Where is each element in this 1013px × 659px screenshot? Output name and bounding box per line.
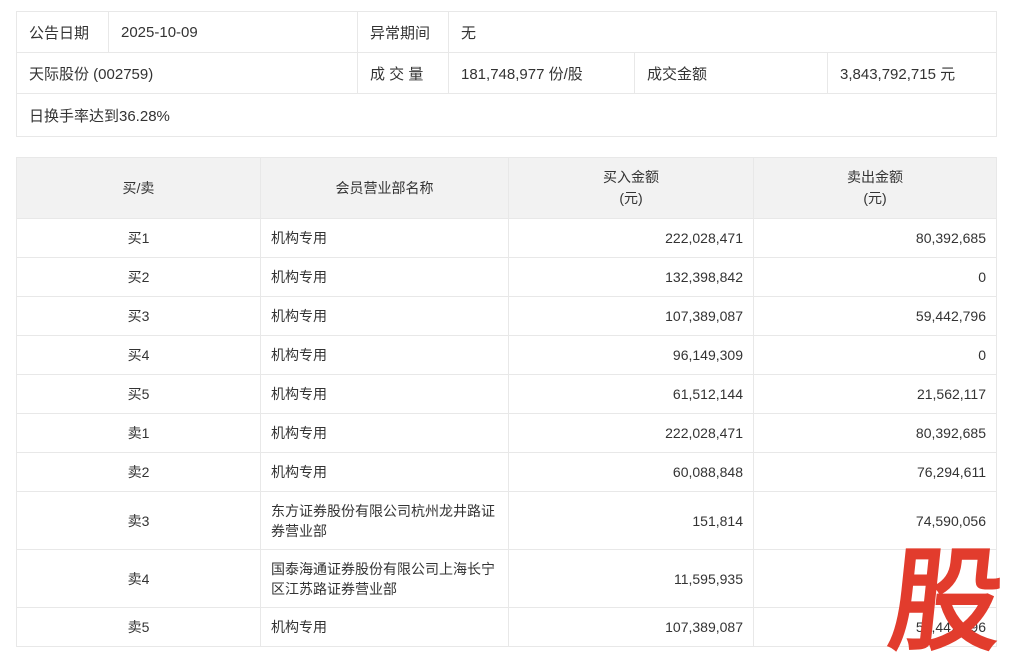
broker-trade-table: 买/卖 会员营业部名称 买入金额 (元) 卖出金额 (元) 买1 机构专用 22… <box>16 157 997 647</box>
abnormal-period-value: 无 <box>449 12 997 53</box>
sell-amount-cell: 74,590,056 <box>754 492 997 550</box>
table-row: 卖1 机构专用 222,028,471 80,392,685 <box>17 414 997 453</box>
table-row: 卖3 东方证券股份有限公司杭州龙井路证券营业部 151,814 74,590,0… <box>17 492 997 550</box>
sell-amount-cell: 0 <box>754 258 997 297</box>
buy-amount-cell: 60,088,848 <box>509 453 754 492</box>
abnormal-period-label: 异常期间 <box>358 12 449 53</box>
branch-cell: 国泰海通证券股份有限公司上海长宁区江苏路证券营业部 <box>261 550 509 608</box>
sell-amount-cell: 80,392,685 <box>754 219 997 258</box>
side-cell: 卖1 <box>17 414 261 453</box>
branch-cell: 机构专用 <box>261 414 509 453</box>
branch-cell: 机构专用 <box>261 297 509 336</box>
header-buy-line1: 买入金额 <box>517 167 745 188</box>
table-row: 卖4 国泰海通证券股份有限公司上海长宁区江苏路证券营业部 11,595,935 <box>17 550 997 608</box>
side-cell: 买4 <box>17 336 261 375</box>
turnover-rate-note: 日换手率达到36.28% <box>17 94 997 137</box>
branch-cell: 机构专用 <box>261 608 509 647</box>
announce-date-label: 公告日期 <box>17 12 109 53</box>
header-branch: 会员营业部名称 <box>261 158 509 219</box>
side-cell: 买2 <box>17 258 261 297</box>
sell-amount-cell: 59,442,796 <box>754 608 997 647</box>
buy-amount-cell: 107,389,087 <box>509 608 754 647</box>
sell-amount-cell: 59,442,796 <box>754 297 997 336</box>
buy-amount-cell: 132,398,842 <box>509 258 754 297</box>
announce-date-value: 2025-10-09 <box>109 12 358 53</box>
volume-value: 181,748,977 份/股 <box>449 53 635 94</box>
table-row: 买1 机构专用 222,028,471 80,392,685 <box>17 219 997 258</box>
table-row: 买4 机构专用 96,149,309 0 <box>17 336 997 375</box>
sell-amount-cell <box>754 550 997 608</box>
table-header-row: 买/卖 会员营业部名称 买入金额 (元) 卖出金额 (元) <box>17 158 997 219</box>
stock-name: 天际股份 (002759) <box>17 53 358 94</box>
buy-amount-cell: 151,814 <box>509 492 754 550</box>
buy-amount-cell: 107,389,087 <box>509 297 754 336</box>
header-sell-amount: 卖出金额 (元) <box>754 158 997 219</box>
side-cell: 卖5 <box>17 608 261 647</box>
branch-cell: 机构专用 <box>261 219 509 258</box>
header-sell-line1: 卖出金额 <box>762 167 988 188</box>
branch-cell: 东方证券股份有限公司杭州龙井路证券营业部 <box>261 492 509 550</box>
side-cell: 卖3 <box>17 492 261 550</box>
side-cell: 买5 <box>17 375 261 414</box>
buy-amount-cell: 61,512,144 <box>509 375 754 414</box>
sell-amount-cell: 21,562,117 <box>754 375 997 414</box>
side-cell: 买1 <box>17 219 261 258</box>
header-side: 买/卖 <box>17 158 261 219</box>
sell-amount-cell: 0 <box>754 336 997 375</box>
stock-disclosure-page: 公告日期 2025-10-09 异常期间 无 天际股份 (002759) 成 交… <box>0 0 1013 659</box>
buy-amount-cell: 96,149,309 <box>509 336 754 375</box>
info-row-note: 日换手率达到36.28% <box>17 94 997 137</box>
buy-amount-cell: 11,595,935 <box>509 550 754 608</box>
table-row: 买2 机构专用 132,398,842 0 <box>17 258 997 297</box>
branch-cell: 机构专用 <box>261 258 509 297</box>
header-buy-amount: 买入金额 (元) <box>509 158 754 219</box>
header-sell-unit: (元) <box>762 188 988 209</box>
table-row: 买3 机构专用 107,389,087 59,442,796 <box>17 297 997 336</box>
side-cell: 买3 <box>17 297 261 336</box>
info-row-stock: 天际股份 (002759) 成 交 量 181,748,977 份/股 成交金额… <box>17 53 997 94</box>
turnover-label: 成交金额 <box>635 53 828 94</box>
side-cell: 卖2 <box>17 453 261 492</box>
buy-amount-cell: 222,028,471 <box>509 219 754 258</box>
table-row: 卖2 机构专用 60,088,848 76,294,611 <box>17 453 997 492</box>
sell-amount-cell: 76,294,611 <box>754 453 997 492</box>
branch-cell: 机构专用 <box>261 453 509 492</box>
info-row-date: 公告日期 2025-10-09 异常期间 无 <box>17 12 997 53</box>
branch-cell: 机构专用 <box>261 336 509 375</box>
side-cell: 卖4 <box>17 550 261 608</box>
header-buy-unit: (元) <box>517 188 745 209</box>
branch-cell: 机构专用 <box>261 375 509 414</box>
table-row: 买5 机构专用 61,512,144 21,562,117 <box>17 375 997 414</box>
sell-amount-cell: 80,392,685 <box>754 414 997 453</box>
volume-label: 成 交 量 <box>358 53 449 94</box>
buy-amount-cell: 222,028,471 <box>509 414 754 453</box>
stock-info-table: 公告日期 2025-10-09 异常期间 无 天际股份 (002759) 成 交… <box>16 11 997 137</box>
turnover-value: 3,843,792,715 元 <box>828 53 997 94</box>
table-row: 卖5 机构专用 107,389,087 59,442,796 <box>17 608 997 647</box>
